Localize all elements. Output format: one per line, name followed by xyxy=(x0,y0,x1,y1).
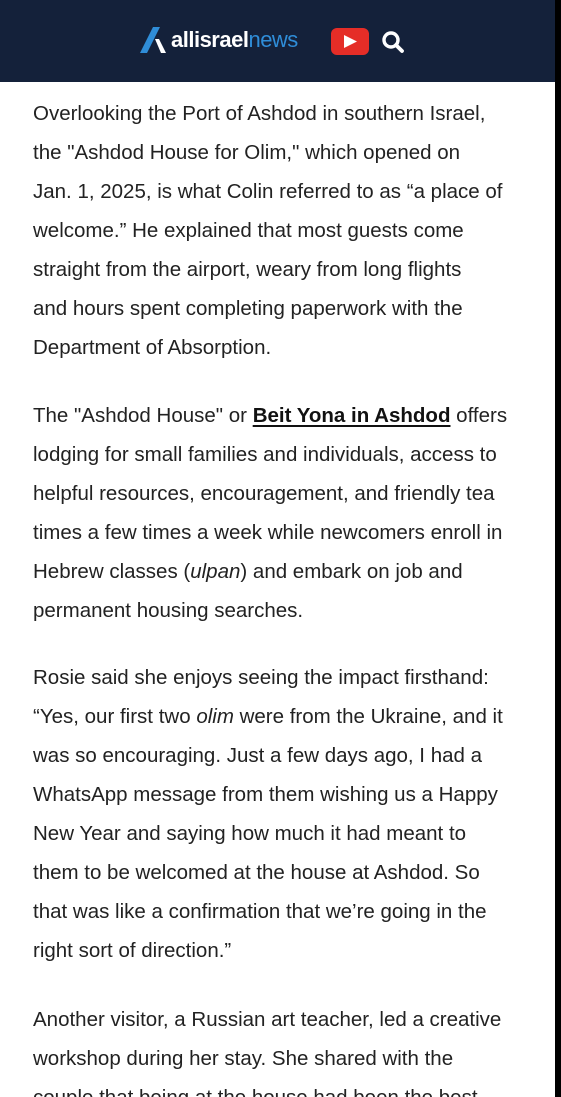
paragraph-line: welcome.” He explained that most guests … xyxy=(33,219,464,242)
youtube-button[interactable] xyxy=(331,28,369,55)
paragraph-line: “Yes, our first two olim were from the U… xyxy=(33,697,553,736)
site-header: allisraelnews xyxy=(0,0,555,82)
paragraph-text: “Yes, our first two xyxy=(33,705,197,728)
article-paragraph-2: The "Ashdod House" or Beit Yona in Ashdo… xyxy=(33,396,553,630)
paragraph-line: couple that being at the house had been … xyxy=(33,1078,553,1097)
paragraph-text: Hebrew classes ( xyxy=(33,560,191,583)
paragraph-line: Jan. 1, 2025, is what Colin referred to … xyxy=(33,180,503,203)
paragraph-line: that was like a confirmation that we’re … xyxy=(33,900,487,923)
youtube-play-icon xyxy=(344,35,357,48)
paragraph-line: the "Ashdod House for Olim," which opene… xyxy=(33,141,461,164)
paragraph-line: Department of Absorption. xyxy=(33,336,272,359)
paragraph-text: offers xyxy=(450,404,508,427)
paragraph-line: Hebrew classes (ulpan) and embark on job… xyxy=(33,552,553,591)
paragraph-line: The "Ashdod House" or Beit Yona in Ashdo… xyxy=(33,396,553,435)
paragraph-text: were from the Ukraine, and it xyxy=(233,705,503,728)
article-body: Overlooking the Port of Ashdod in southe… xyxy=(0,82,555,1097)
paragraph-line: Overlooking the Port of Ashdod in southe… xyxy=(33,102,486,125)
logo-wordmark-light: news xyxy=(248,27,298,52)
screen-edge xyxy=(555,0,561,1097)
paragraph-line: workshop during her stay. She shared wit… xyxy=(33,1047,454,1070)
ulpan-term: ulpan xyxy=(190,560,241,583)
article-paragraph-3: Rosie said she enjoys seeing the impact … xyxy=(33,658,553,970)
article-paragraph-4: Another visitor, a Russian art teacher, … xyxy=(33,1000,553,1097)
paragraph-line: Another visitor, a Russian art teacher, … xyxy=(33,1008,502,1031)
paragraph-line: right sort of direction.” xyxy=(33,939,232,962)
paragraph-line: and hours spent completing paperwork wit… xyxy=(33,297,463,320)
logo-wordmark: allisraelnews xyxy=(171,20,298,60)
olim-term: olim xyxy=(196,705,234,728)
paragraph-line: WhatsApp message from them wishing us a … xyxy=(33,783,498,806)
paragraph-text: The "Ashdod House" or xyxy=(33,404,253,427)
paragraph-line: New Year and saying how much it had mean… xyxy=(33,822,467,845)
paragraph-line: Rosie said she enjoys seeing the impact … xyxy=(33,666,489,689)
paragraph-line: them to be welcomed at the house at Ashd… xyxy=(33,861,480,884)
logo-wordmark-strong: allisrael xyxy=(171,27,249,52)
paragraph-line: times a few times a week while newcomers… xyxy=(33,521,503,544)
paragraph-text: ) and embark on job and xyxy=(240,560,463,583)
search-icon xyxy=(382,31,404,53)
logo-mark-icon xyxy=(140,27,166,53)
site-logo[interactable]: allisraelnews xyxy=(140,20,298,60)
paragraph-line: was so encouraging. Just a few days ago,… xyxy=(33,744,482,767)
beit-yona-link[interactable]: Beit Yona in Ashdod xyxy=(253,404,451,427)
paragraph-line: permanent housing searches. xyxy=(33,599,304,622)
article-paragraph-1: Overlooking the Port of Ashdod in southe… xyxy=(33,94,553,367)
paragraph-line: straight from the airport, weary from lo… xyxy=(33,258,462,281)
search-button[interactable] xyxy=(380,29,406,55)
paragraph-line: lodging for small families and individua… xyxy=(33,443,497,466)
paragraph-line: helpful resources, encouragement, and fr… xyxy=(33,482,495,505)
